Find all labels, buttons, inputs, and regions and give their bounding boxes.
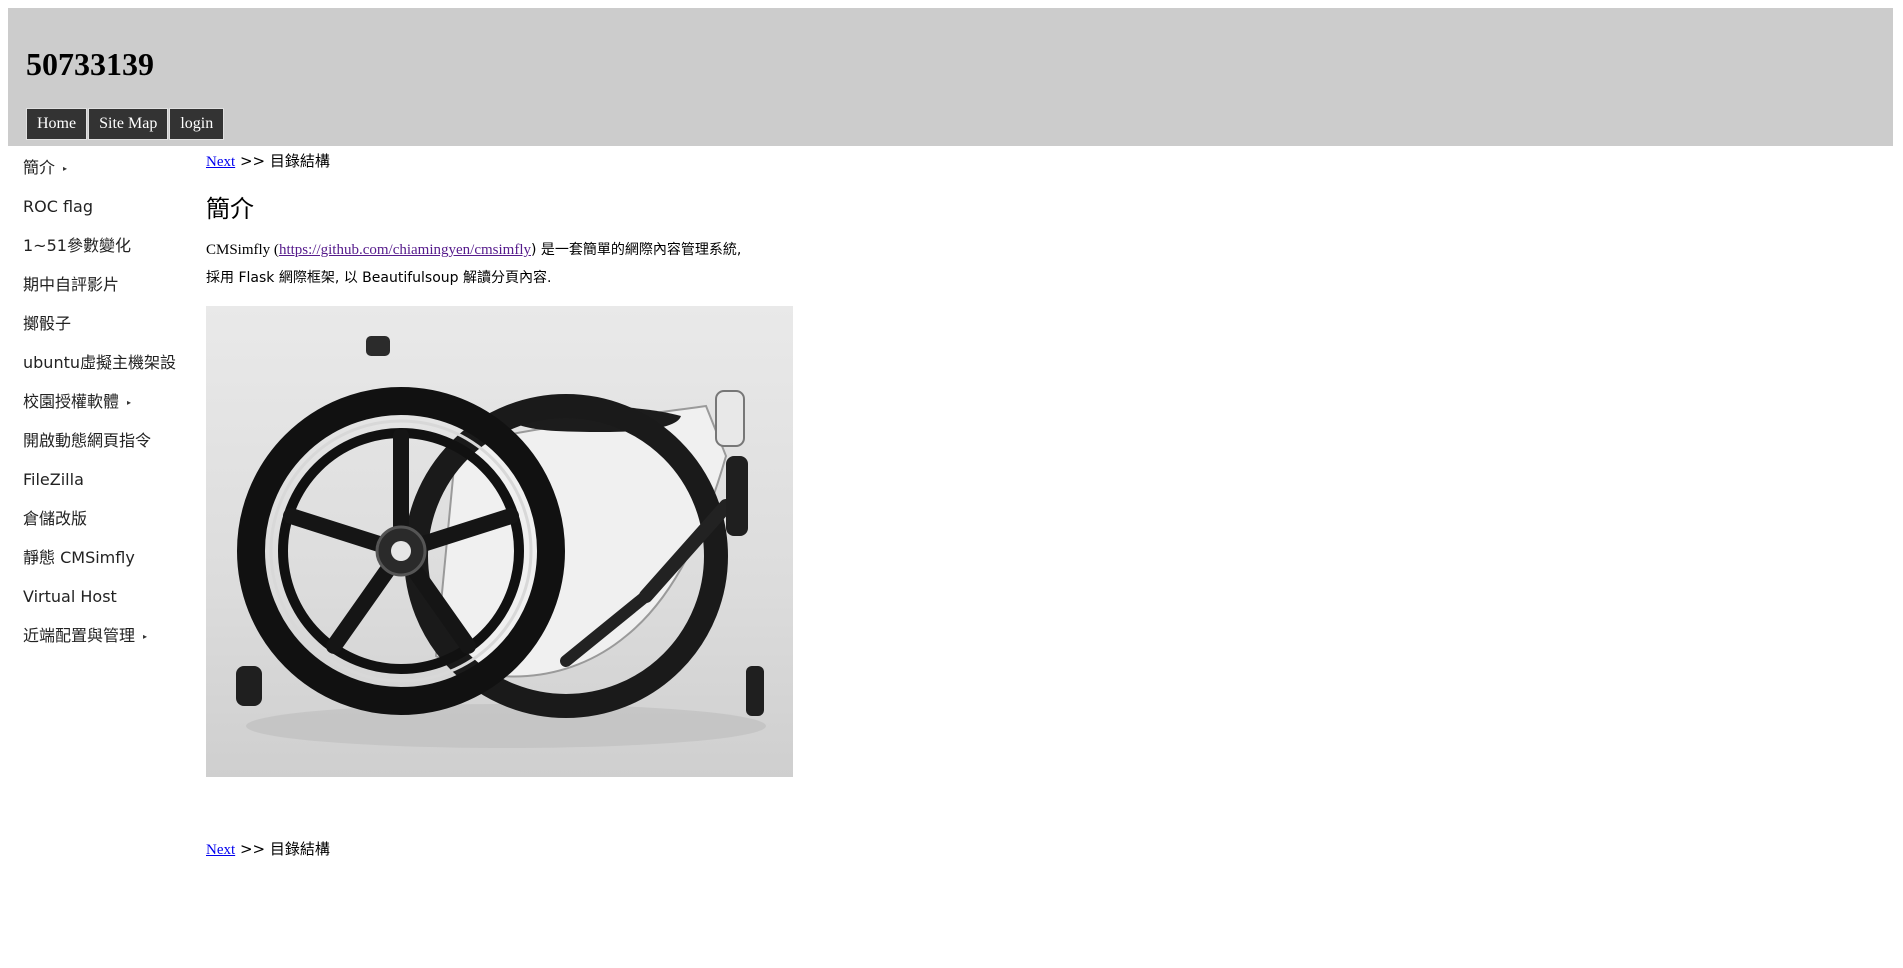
sidebar-item-dynamic-page[interactable]: 開啟動態網頁指令 — [8, 425, 188, 464]
sidebar-menu: 簡介 ▸ ROC flag 1~51參數變化 期中自評影片 擲骰子 ubuntu虛… — [8, 152, 188, 659]
sidebar-item-ubuntu[interactable]: ubuntu虛擬主機架設 — [8, 347, 188, 386]
intro-paragraph: CMSimfly (https://github.com/chiamingyen… — [206, 236, 846, 292]
site-header: 50733139 Home Site Map login — [8, 8, 1893, 146]
sidebar-item-label: FileZilla — [23, 470, 84, 489]
sidebar-item-label: ubuntu虛擬主機架設 — [23, 353, 176, 372]
nav-login-link[interactable]: login — [169, 108, 225, 140]
intro-suffix: ) 是一套簡單的網際內容管理系統, — [531, 242, 742, 258]
breadcrumb-bottom: Next >> 目錄結構 — [206, 840, 330, 859]
sidebar-item-label: 期中自評影片 — [23, 275, 120, 294]
main-content: Next >> 目錄結構 簡介 CMSimfly (https://github… — [206, 152, 846, 858]
sidebar-item-filezilla[interactable]: FileZilla — [8, 464, 188, 503]
caret-right-icon: ▸ — [63, 163, 68, 173]
folding-bike-illustration — [236, 336, 766, 748]
nav-home-link[interactable]: Home — [26, 108, 88, 140]
sidebar-item-label: 靜態 CMSimfly — [23, 548, 135, 567]
nav-sitemap-link[interactable]: Site Map — [88, 108, 169, 140]
github-link[interactable]: https://github.com/chiamingyen/cmsimfly — [279, 242, 531, 258]
next-link-bottom[interactable]: Next — [206, 842, 235, 858]
sidebar-item-label: 1~51參數變化 — [23, 236, 131, 255]
breadcrumb-current: 目錄結構 — [269, 840, 330, 858]
sidebar-item-roc-flag[interactable]: ROC flag — [8, 191, 188, 230]
sidebar-item-dice[interactable]: 擲骰子 — [8, 308, 188, 347]
sidebar-item-label: 近端配置與管理 — [23, 626, 136, 645]
site-title: 50733139 — [26, 46, 154, 82]
sidebar-item-local-config[interactable]: 近端配置與管理 ▸ — [8, 620, 188, 659]
sidebar-item-label: Virtual Host — [23, 587, 117, 606]
page-title: 簡介 — [206, 195, 254, 223]
breadcrumb-current: 目錄結構 — [269, 152, 330, 170]
breadcrumb-separator: >> — [235, 840, 270, 858]
sidebar-item-label: 倉儲改版 — [23, 509, 88, 528]
sidebar-item-label: 開啟動態網頁指令 — [23, 431, 152, 450]
sidebar-item-label: 擲骰子 — [23, 314, 72, 333]
sidebar-item-label: 校園授權軟體 — [23, 392, 120, 411]
sidebar-item-virtual-host[interactable]: Virtual Host — [8, 581, 188, 620]
intro-line-2: 採用 Flask 網際框架, 以 Beautifulsoup 解讀分頁內容. — [206, 270, 552, 286]
intro-prefix: CMSimfly ( — [206, 242, 279, 258]
sidebar-item-static-cmsimfly[interactable]: 靜態 CMSimfly — [8, 542, 188, 581]
next-link[interactable]: Next — [206, 154, 235, 170]
sidebar-item-campus-software[interactable]: 校園授權軟體 ▸ — [8, 386, 188, 425]
breadcrumb: Next >> 目錄結構 — [206, 152, 846, 171]
sidebar-item-label: ROC flag — [23, 197, 94, 216]
sidebar-item-parameters[interactable]: 1~51參數變化 — [8, 230, 188, 269]
caret-right-icon: ▸ — [127, 397, 132, 407]
top-nav: Home Site Map login — [26, 108, 225, 140]
sidebar-item-repo-revision[interactable]: 倉儲改版 — [8, 503, 188, 542]
folding-bike-image — [206, 306, 793, 777]
sidebar-item-label: 簡介 — [23, 158, 56, 177]
breadcrumb-separator: >> — [235, 152, 270, 170]
sidebar-item-midterm-video[interactable]: 期中自評影片 — [8, 269, 188, 308]
sidebar-item-intro[interactable]: 簡介 ▸ — [8, 152, 188, 191]
caret-right-icon: ▸ — [143, 631, 148, 641]
